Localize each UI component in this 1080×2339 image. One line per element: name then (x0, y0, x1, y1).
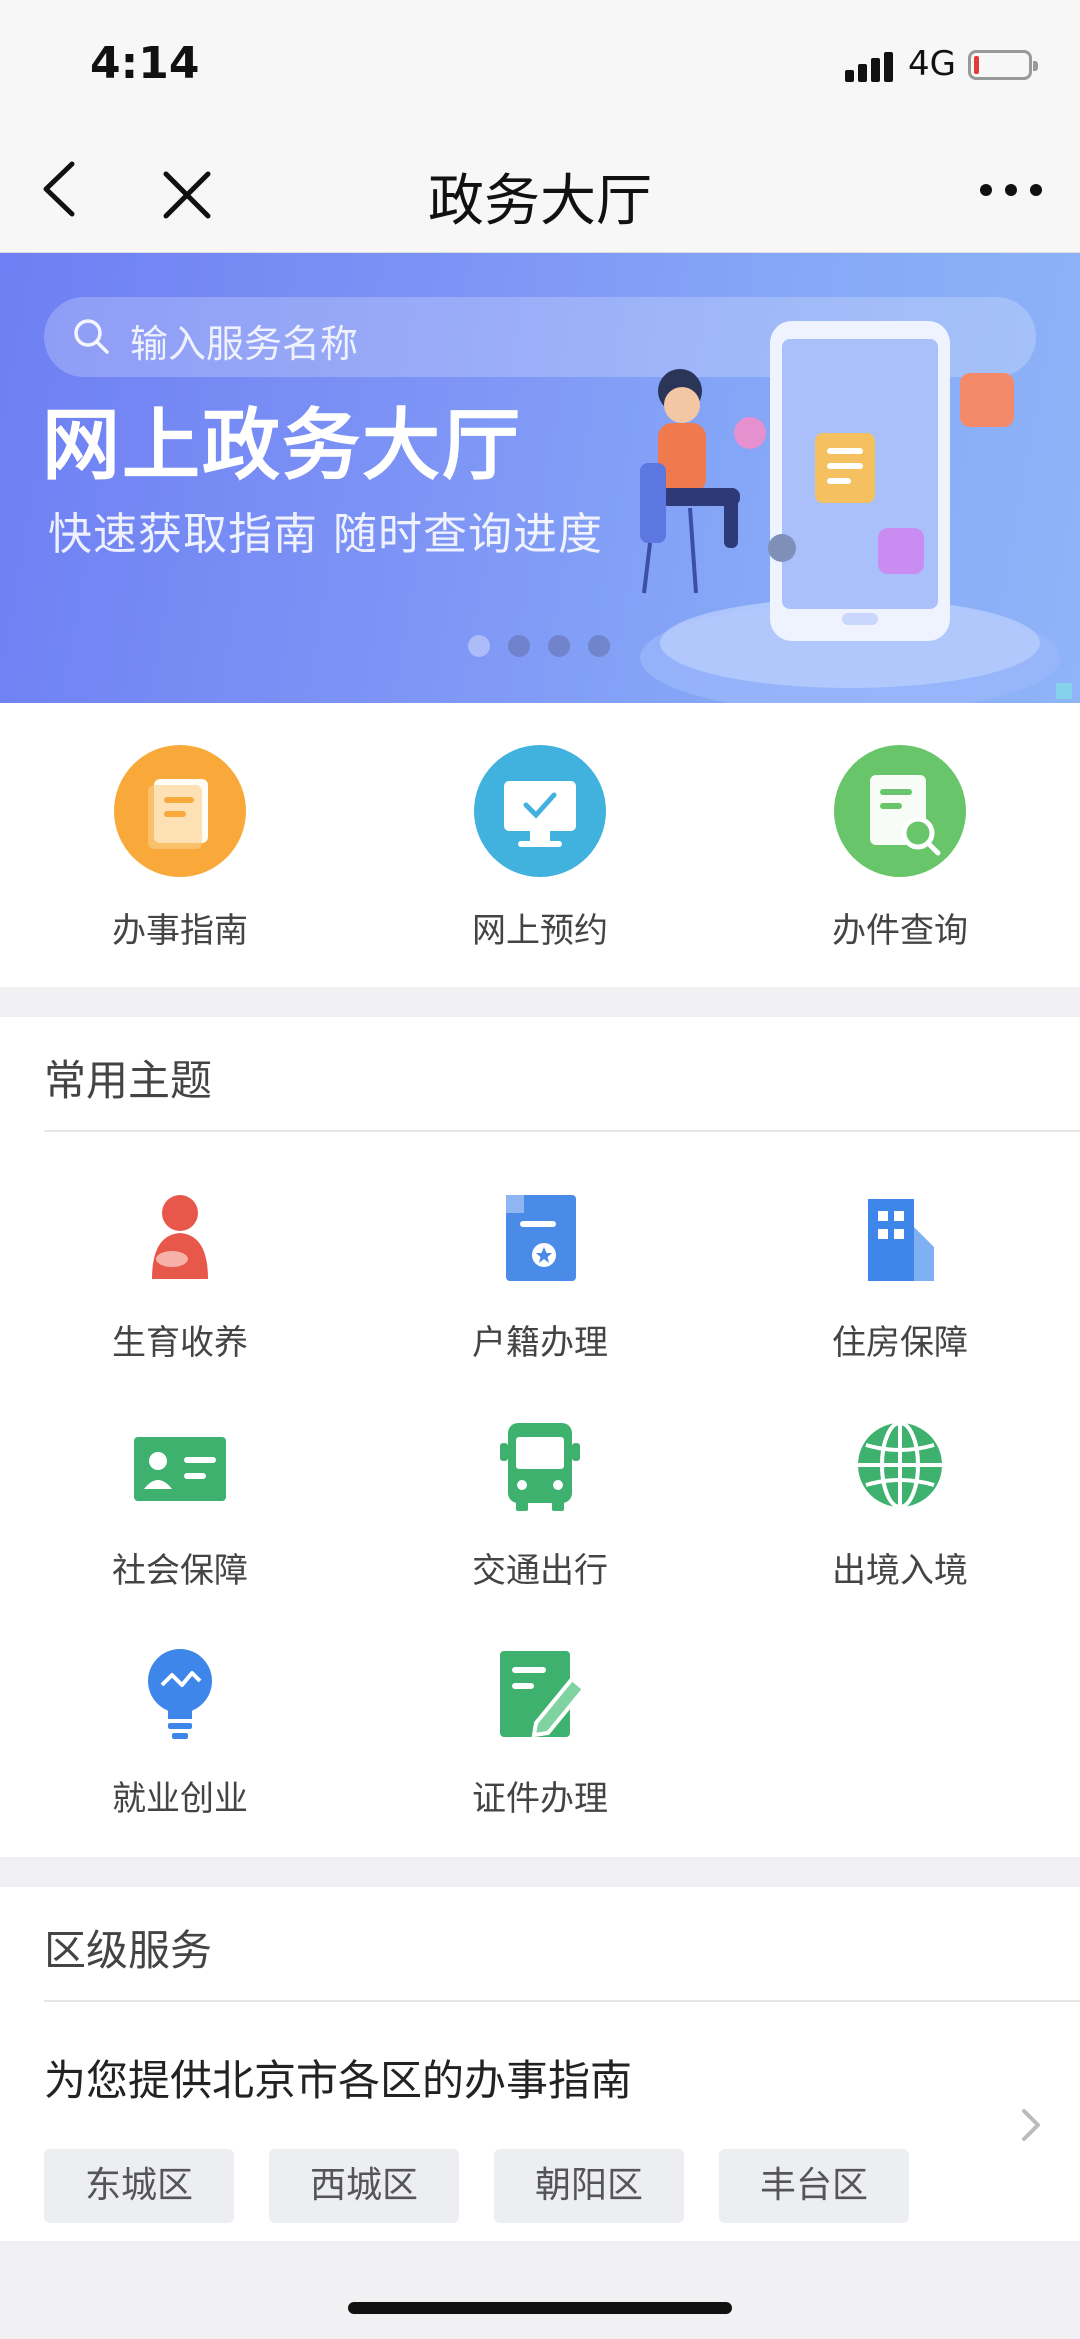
search-placeholder: 输入服务名称 (130, 322, 359, 366)
topic-certificates[interactable]: 证件办理 (360, 1643, 720, 1820)
page-dot (508, 635, 530, 657)
household-register-icon (506, 1195, 576, 1281)
banner-headline: 网上政务大厅 (42, 401, 523, 491)
globe-icon (858, 1421, 942, 1509)
network-type: 4G (908, 44, 956, 84)
topics-section: 常用主题 生育收养 户籍办理 住房保障 社会保障 交通出行 出境入境 就业创业 … (0, 1017, 1080, 1857)
topic-social-security[interactable]: 社会保障 (0, 1415, 360, 1592)
quick-action-label: 办件查询 (832, 911, 968, 951)
hero-banner[interactable]: 输入服务名称 网上政务大厅 快速获取指南 随时查询进度 (0, 253, 1080, 703)
topic-label: 户籍办理 (472, 1323, 608, 1363)
section-title: 常用主题 (44, 1056, 213, 1105)
banner-subline: 快速获取指南 随时查询进度 (48, 509, 603, 560)
topic-employment[interactable]: 就业创业 (0, 1643, 360, 1820)
page-dot (468, 635, 490, 657)
page-dot (548, 635, 570, 657)
topic-transport[interactable]: 交通出行 (360, 1415, 720, 1592)
status-bar: 4:14 4G (0, 0, 1080, 130)
page-title: 政务大厅 (428, 169, 652, 234)
topic-birth-adoption[interactable]: 生育收养 (0, 1187, 360, 1364)
chevron-right-icon[interactable] (1010, 2105, 1050, 2145)
section-title: 区级服务 (44, 1926, 213, 1975)
building-icon (868, 1199, 934, 1281)
topic-label: 出境入境 (832, 1551, 968, 1591)
quick-action-guide[interactable]: 办事指南 (0, 745, 360, 952)
quick-action-label: 网上预约 (472, 911, 608, 951)
id-card-icon (134, 1437, 226, 1501)
topic-label: 社会保障 (112, 1551, 248, 1591)
document-edit-icon (500, 1651, 587, 1738)
banner-pagination (468, 635, 628, 661)
topic-label: 就业创业 (112, 1779, 248, 1819)
topic-entry-exit[interactable]: 出境入境 (720, 1415, 1080, 1592)
home-indicator[interactable] (348, 2302, 732, 2314)
nav-bar: 政务大厅 (0, 130, 1080, 253)
page-dot (588, 635, 610, 657)
quick-action-query[interactable]: 办件查询 (720, 745, 1080, 952)
section-divider (44, 2000, 1080, 2002)
district-chip-dongcheng[interactable]: 东城区 (44, 2149, 234, 2223)
search-icon (74, 319, 109, 354)
document-guide-icon (114, 745, 246, 877)
topic-label: 交通出行 (472, 1551, 608, 1591)
section-divider (44, 1130, 1080, 1132)
quick-actions: 办事指南 网上预约 办件查询 (0, 703, 1080, 987)
mother-baby-icon (152, 1195, 208, 1279)
signal-icon (845, 50, 897, 82)
district-chip-chaoyang[interactable]: 朝阳区 (494, 2149, 684, 2223)
topic-label: 证件办理 (472, 1779, 608, 1819)
topic-housing[interactable]: 住房保障 (720, 1187, 1080, 1364)
quick-action-label: 办事指南 (112, 911, 248, 951)
district-chip-fengtai[interactable]: 丰台区 (719, 2149, 909, 2223)
topic-household[interactable]: 户籍办理 (360, 1187, 720, 1364)
more-icon[interactable] (976, 160, 1046, 220)
monitor-check-icon (474, 745, 606, 877)
district-description: 为您提供北京市各区的办事指南 (44, 2056, 633, 2105)
bus-icon (500, 1423, 580, 1511)
battery-icon (968, 50, 1038, 80)
document-search-icon (834, 745, 966, 877)
topic-label: 生育收养 (112, 1323, 248, 1363)
district-chip-xicheng[interactable]: 西城区 (269, 2149, 459, 2223)
lightbulb-icon (148, 1649, 212, 1739)
district-section: 区级服务 为您提供北京市各区的办事指南 东城区 西城区 朝阳区 丰台区 (0, 1887, 1080, 2241)
quick-action-appointment[interactable]: 网上预约 (360, 745, 720, 952)
status-time: 4:14 (90, 38, 200, 89)
banner-illustration (640, 321, 1072, 703)
topic-label: 住房保障 (832, 1323, 968, 1363)
